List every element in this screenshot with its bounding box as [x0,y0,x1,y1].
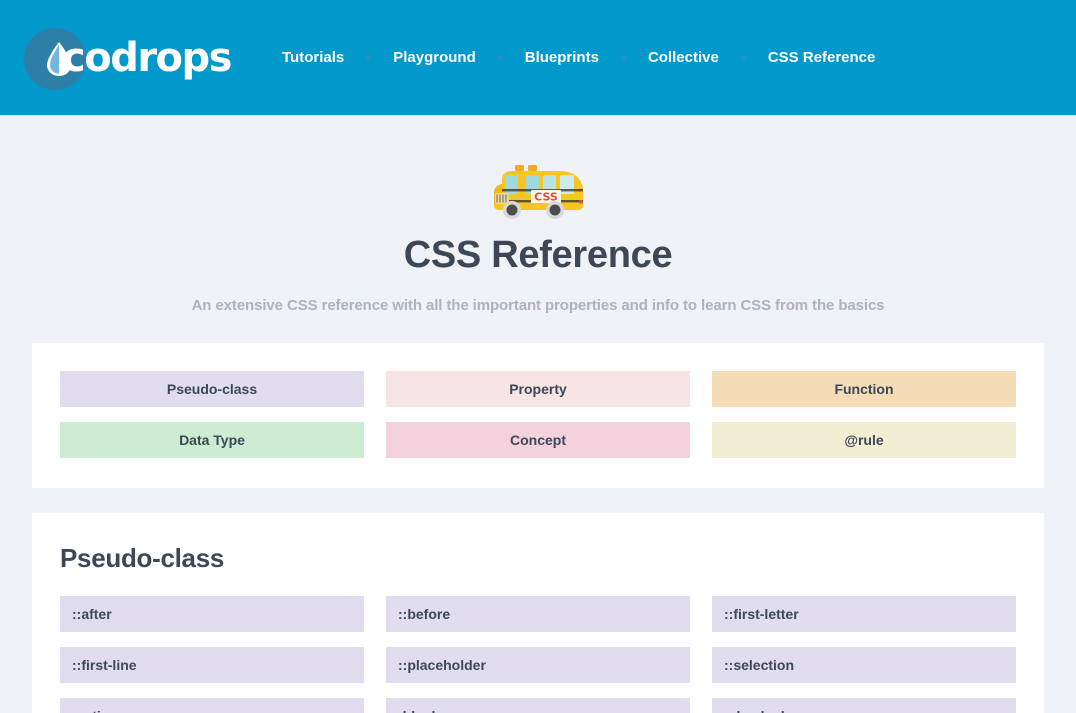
list-item[interactable]: ::placeholder [386,647,690,683]
filter-property[interactable]: Property [386,371,690,407]
list-item[interactable]: ::first-letter [712,596,1016,632]
pseudo-class-section-card: Pseudo-class ::after ::before ::first-le… [32,513,1044,713]
nav-separator-icon [741,55,746,60]
filter-pseudo-class[interactable]: Pseudo-class [60,371,364,407]
nav-separator-icon [621,55,626,60]
nav-item-playground[interactable]: Playground [393,49,476,66]
page-subtitle: An extensive CSS reference with all the … [0,297,1076,314]
list-item[interactable]: ::selection [712,647,1016,683]
list-item[interactable]: :blank [386,698,690,713]
pseudo-class-grid: ::after ::before ::first-letter ::first-… [60,596,1016,713]
category-filter-grid: Pseudo-class Property Function Data Type… [60,371,1016,458]
page-title: CSS Reference [0,234,1076,277]
nav-item-collective[interactable]: Collective [648,49,719,66]
filter-concept[interactable]: Concept [386,422,690,458]
filter-data-type[interactable]: Data Type [60,422,364,458]
nav-separator-icon [366,55,371,60]
section-heading: Pseudo-class [60,543,1016,574]
main-nav: Tutorials Playground Blueprints Collecti… [282,49,875,66]
school-bus-icon: CSS [0,160,1076,222]
nav-item-tutorials[interactable]: Tutorials [282,49,344,66]
list-item[interactable]: ::before [386,596,690,632]
list-item[interactable]: :checked [712,698,1016,713]
nav-item-blueprints[interactable]: Blueprints [525,49,599,66]
list-item[interactable]: :active [60,698,364,713]
category-filter-card: Pseudo-class Property Function Data Type… [32,343,1044,488]
filter-at-rule[interactable]: @rule [712,422,1016,458]
nav-separator-icon [498,55,503,60]
list-item[interactable]: ::after [60,596,364,632]
site-logo[interactable]: codrops [24,22,224,94]
site-header: codrops Tutorials Playground Blueprints … [0,0,1076,115]
list-item[interactable]: ::first-line [60,647,364,683]
filter-function[interactable]: Function [712,371,1016,407]
logo-wordmark: codrops [62,35,231,81]
hero-section: CSS CSS Reference An extensive CSS refer… [0,115,1076,314]
nav-item-css-reference[interactable]: CSS Reference [768,49,876,66]
